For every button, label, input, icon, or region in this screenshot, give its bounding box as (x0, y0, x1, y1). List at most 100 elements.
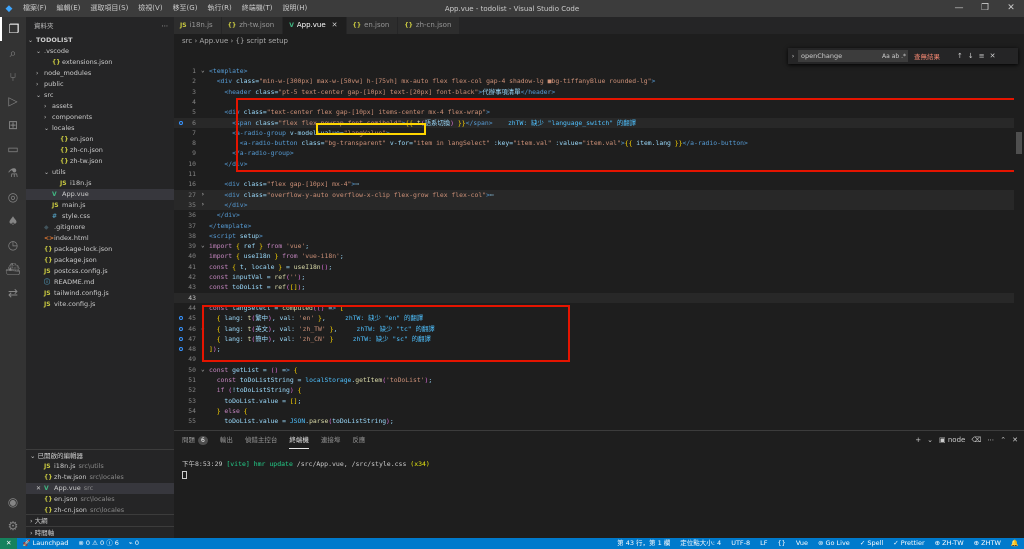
tree-file[interactable]: {}extensions.json (26, 57, 174, 68)
tree-file[interactable]: {}zh-tw.json (26, 156, 174, 167)
tab-problems[interactable]: 問題 6 (182, 431, 208, 449)
menu-run[interactable]: 執行(R) (202, 0, 236, 17)
tree-file[interactable]: {}zh-cn.json (26, 145, 174, 156)
tab-debug-console[interactable]: 偵錯主控台 (245, 431, 278, 449)
code-line[interactable]: 48]); (174, 344, 1024, 354)
code-line[interactable]: 52 if (!toDoListString) { (174, 385, 1024, 395)
tree-file[interactable]: JS main.js (26, 200, 174, 211)
live-share-icon[interactable]: ⇄ (0, 281, 26, 305)
tree-file[interactable]: ◆ .gitignore (26, 222, 174, 233)
editor-scrollbar[interactable] (1014, 62, 1024, 430)
i18n-display-locale[interactable]: ⊕ ZHTW (969, 538, 1006, 549)
search-icon[interactable]: ⌕ (0, 41, 26, 65)
end-of-line[interactable]: LF (755, 538, 772, 549)
close-find-icon[interactable]: ✕ (990, 52, 996, 60)
next-match-icon[interactable]: ↓ (968, 52, 974, 60)
kill-terminal-icon[interactable]: ⌫ (971, 431, 981, 449)
chevron-down-icon[interactable]: ⌄ (201, 241, 205, 251)
maximize-panel-icon[interactable]: ⌃ (1000, 431, 1006, 449)
go-live-button[interactable]: ⊚ Go Live (813, 538, 855, 549)
code-line[interactable]: 49 (174, 354, 1024, 364)
close-window-button[interactable]: ✕ (998, 0, 1024, 17)
code-line[interactable]: 7 <a-radio-group v-model:value="langValu… (174, 128, 1024, 138)
close-panel-icon[interactable]: ✕ (1012, 431, 1018, 449)
manage-icon[interactable]: ⚙ (0, 514, 26, 538)
menu-go[interactable]: 移至(G) (168, 0, 203, 17)
code-line[interactable]: 41 const { t, locale } = useI18n(); (174, 262, 1024, 272)
open-editor-item[interactable]: ✕ V App.vue src (26, 483, 174, 494)
toggle-replace-icon[interactable]: › (788, 52, 798, 60)
tree-folder[interactable]: › assets (26, 101, 174, 112)
previous-match-icon[interactable]: ↑ (957, 52, 963, 60)
run-debug-icon[interactable]: ▷ (0, 89, 26, 113)
tree-folder[interactable]: ⌄ src (26, 90, 174, 101)
code-line[interactable]: 40 import { useI18n } from 'vue-i18n'; (174, 251, 1024, 261)
docker-icon[interactable]: ⛴ (0, 257, 26, 281)
code-line[interactable]: 54 } else { (174, 406, 1024, 416)
gitlens-icon[interactable]: ◎ (0, 185, 26, 209)
find-options-icon[interactable]: Aa ab .* (882, 53, 908, 60)
code-line[interactable]: 10 </div> (174, 159, 1024, 169)
find-input[interactable]: openChange Aa ab .* (798, 50, 908, 62)
open-editors-section[interactable]: ⌄ 已開啟的編輯器 (26, 449, 174, 461)
tree-folder[interactable]: ⌄ utils (26, 167, 174, 178)
problems-status[interactable]: ⊗ 0 ⚠ 0 ⓘ 6 (73, 538, 124, 549)
spell-check-status[interactable]: ✓ Spell (855, 538, 888, 549)
editor-tab[interactable]: JS i18n.js (174, 17, 222, 34)
tab-terminal[interactable]: 終端機 (289, 431, 309, 449)
chevron-down-icon[interactable]: ⌄ (201, 66, 205, 76)
timeline-icon[interactable]: ◷ (0, 233, 26, 257)
outline-section[interactable]: › 大綱 (26, 514, 174, 526)
code-line[interactable]: 46 ⌄ { lang: t(英文), val: 'zh_TW' }, zhTW:… (174, 324, 1024, 334)
code-line[interactable]: 3 <header class="pt-5 text-center gap-[1… (174, 87, 1024, 97)
chevron-right-icon[interactable]: › (201, 200, 205, 210)
code-line[interactable]: 35 › </div> (174, 199, 1024, 211)
notifications-icon[interactable]: 🔔 (1006, 538, 1024, 549)
braces-indicator[interactable]: {} (773, 538, 791, 549)
editor-tab[interactable]: {} zh-tw.json (221, 17, 284, 34)
files-icon[interactable]: ❐ (0, 17, 26, 41)
cursor-position[interactable]: 第 43 行，第 1 欄 (612, 538, 675, 549)
new-terminal-icon[interactable]: + (915, 431, 921, 449)
close-icon[interactable]: ✕ (36, 483, 44, 494)
code-line[interactable]: 38 <script setup> (174, 231, 1024, 241)
terminal-output[interactable]: 下午8:53:29 [vite] hmr update /src/App.vue… (174, 459, 1024, 482)
project-root[interactable]: ⌄ TODOLIST (26, 35, 174, 46)
tree-file[interactable]: {}package.json (26, 255, 174, 266)
source-control-icon[interactable]: ⑂ (0, 65, 26, 89)
menu-help[interactable]: 說明(H) (278, 0, 313, 17)
editor-tab[interactable]: {} zh-cn.json (398, 17, 461, 34)
code-line[interactable]: 42 const inputVal = ref(''); (174, 272, 1024, 282)
tree-file[interactable]: JS tailwind.config.js (26, 288, 174, 299)
mongodb-icon[interactable]: ♠ (0, 209, 26, 233)
menu-file[interactable]: 檔案(F) (18, 0, 52, 17)
timeline-section[interactable]: › 時間軸 (26, 526, 174, 538)
code-line[interactable]: 47 { lang: t(簡中), val: 'zh_CN' } zhTW: 缺… (174, 334, 1024, 344)
tab-ports[interactable]: 連接埠 (321, 431, 341, 449)
extensions-icon[interactable]: ⊞ (0, 113, 26, 137)
open-editor-item[interactable]: JS i18n.js src\utils (26, 461, 174, 472)
code-line[interactable]: 2 <div class="min-w-[300px] max-w-[50vw]… (174, 76, 1024, 86)
code-line[interactable]: 9 </a-radio-group> (174, 148, 1024, 158)
tree-file[interactable]: {}en.json (26, 134, 174, 145)
tree-file[interactable]: <>index.html (26, 233, 174, 244)
chevron-down-icon[interactable]: ⌄ (201, 365, 205, 375)
tree-file[interactable]: {}package-lock.json (26, 244, 174, 255)
i18n-locale-status[interactable]: ⊕ ZH-TW (930, 538, 969, 549)
find-in-selection-icon[interactable]: ≡ (979, 52, 985, 60)
code-line[interactable]: 44 const langSelect = computed(() => [ (174, 303, 1024, 313)
terminal-name[interactable]: ▣ node (939, 431, 965, 449)
code-line[interactable]: 1 ⌄ <template> (174, 66, 1024, 76)
code-line[interactable]: 45 { lang: t(繁中), val: 'en' }, zhTW: 缺少 … (174, 313, 1024, 323)
maximize-button[interactable]: ❐ (972, 0, 998, 17)
more-actions-icon[interactable]: ⋯ (162, 17, 169, 35)
ports-status[interactable]: ⌁ 0 (124, 538, 144, 549)
terminal-dropdown-icon[interactable]: ⌄ (927, 431, 933, 449)
tree-folder[interactable]: ⌄ .vscode (26, 46, 174, 57)
testing-icon[interactable]: ⚗ (0, 161, 26, 185)
code-editor[interactable]: 1 ⌄ <template> 2 <div class="min-w-[300px] … (174, 62, 1024, 430)
code-line[interactable]: 8 <a-radio-button class="bg-transparent"… (174, 138, 1024, 148)
tree-file[interactable]: JS vite.config.js (26, 299, 174, 310)
editor-tab[interactable]: {} en.json (346, 17, 399, 34)
tree-file[interactable]: JS postcss.config.js (26, 266, 174, 277)
